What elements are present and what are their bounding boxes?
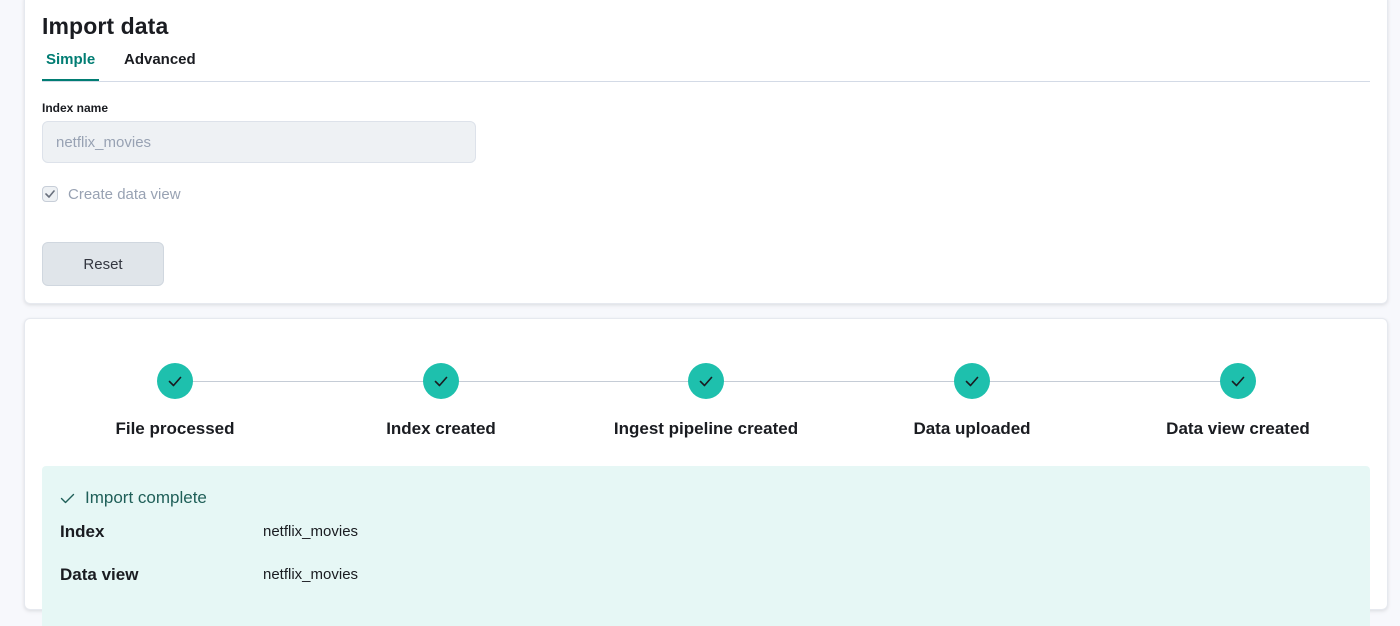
result-data-view-value: netflix_movies (263, 566, 359, 583)
step-data-uploaded: Data uploaded (842, 363, 1102, 439)
step-complete-icon (1220, 363, 1256, 399)
check-icon (1231, 376, 1245, 386)
index-name-input[interactable] (42, 121, 476, 163)
step-complete-icon (423, 363, 459, 399)
index-name-label: Index name (42, 101, 109, 115)
check-icon (965, 376, 979, 386)
check-icon (699, 376, 713, 386)
create-data-view-label: Create data view (68, 185, 181, 203)
step-label: File processed (115, 419, 235, 438)
step-complete-icon (157, 363, 193, 399)
step-file-processed: File processed (45, 363, 305, 439)
callout-title: Import complete (60, 488, 207, 508)
reset-button[interactable]: Reset (42, 242, 164, 286)
tab-simple[interactable]: Simple (42, 51, 100, 81)
step-data-view-created: Data view created (1108, 363, 1368, 439)
step-complete-icon (688, 363, 724, 399)
result-index-value: netflix_movies (263, 523, 359, 540)
step-label: Ingest pipeline created (613, 419, 799, 438)
result-data-view-key: Data view (60, 565, 139, 584)
callout-title-text: Import complete (85, 488, 207, 507)
import-progress-panel: File processed Index created Ingest pipe… (24, 318, 1388, 626)
result-index-key: Index (60, 522, 105, 541)
step-label: Data uploaded (913, 419, 1031, 438)
page-title: Import data (42, 13, 169, 39)
step-index-created: Index created (311, 363, 571, 439)
step-label: Data view created (1166, 419, 1310, 438)
check-icon (45, 190, 55, 198)
step-complete-icon (954, 363, 990, 399)
import-complete-callout: Import complete Index netflix_movies Dat… (42, 466, 1370, 626)
check-icon (434, 376, 448, 386)
tab-advanced[interactable]: Advanced (120, 51, 200, 81)
check-icon (60, 493, 75, 503)
step-ingest-pipeline-created: Ingest pipeline created (576, 363, 836, 439)
import-settings-panel: Import data Simple Advanced Index name C… (24, 0, 1388, 304)
step-label: Index created (386, 419, 496, 438)
tabs-bar: Simple Advanced (42, 47, 1370, 82)
create-data-view-checkbox[interactable] (42, 186, 58, 202)
progress-steps: File processed Index created Ingest pipe… (25, 319, 1387, 459)
check-icon (168, 376, 182, 386)
create-data-view-option[interactable]: Create data view (42, 185, 181, 203)
